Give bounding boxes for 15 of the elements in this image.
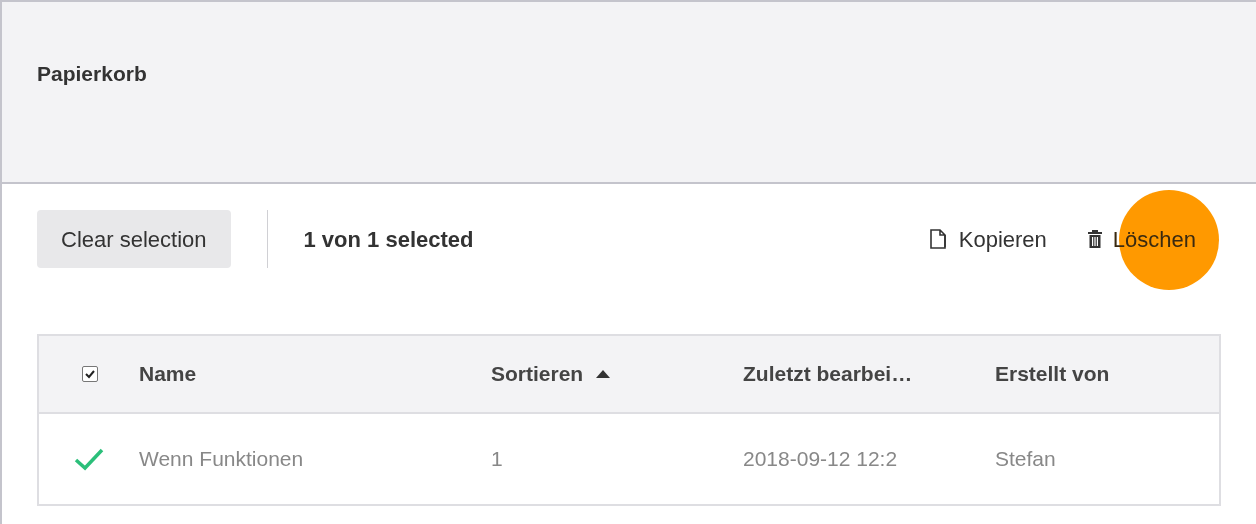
page-title: Papierkorb bbox=[37, 61, 147, 87]
table-cell: Stefan bbox=[995, 447, 1056, 471]
column-header[interactable]: Erstellt von bbox=[995, 358, 1110, 390]
table-cell: 2018-09-12 12:2 bbox=[743, 447, 898, 471]
column-header[interactable]: Sortieren bbox=[491, 358, 584, 390]
trash-icon bbox=[1086, 229, 1103, 249]
checkbox[interactable] bbox=[82, 366, 98, 382]
column-header[interactable]: Name bbox=[139, 358, 197, 390]
selection-count: 1 von 1 selected bbox=[303, 225, 474, 254]
copy-button[interactable]: Kopieren bbox=[958, 222, 1047, 256]
table-cell: Wenn Funktionen bbox=[139, 447, 304, 471]
document-icon bbox=[928, 228, 949, 250]
column-header[interactable]: Zuletzt bearbei… bbox=[743, 358, 913, 390]
clear-selection-button[interactable]: Clear selection bbox=[37, 210, 231, 268]
table-cell: 1 bbox=[491, 447, 503, 471]
